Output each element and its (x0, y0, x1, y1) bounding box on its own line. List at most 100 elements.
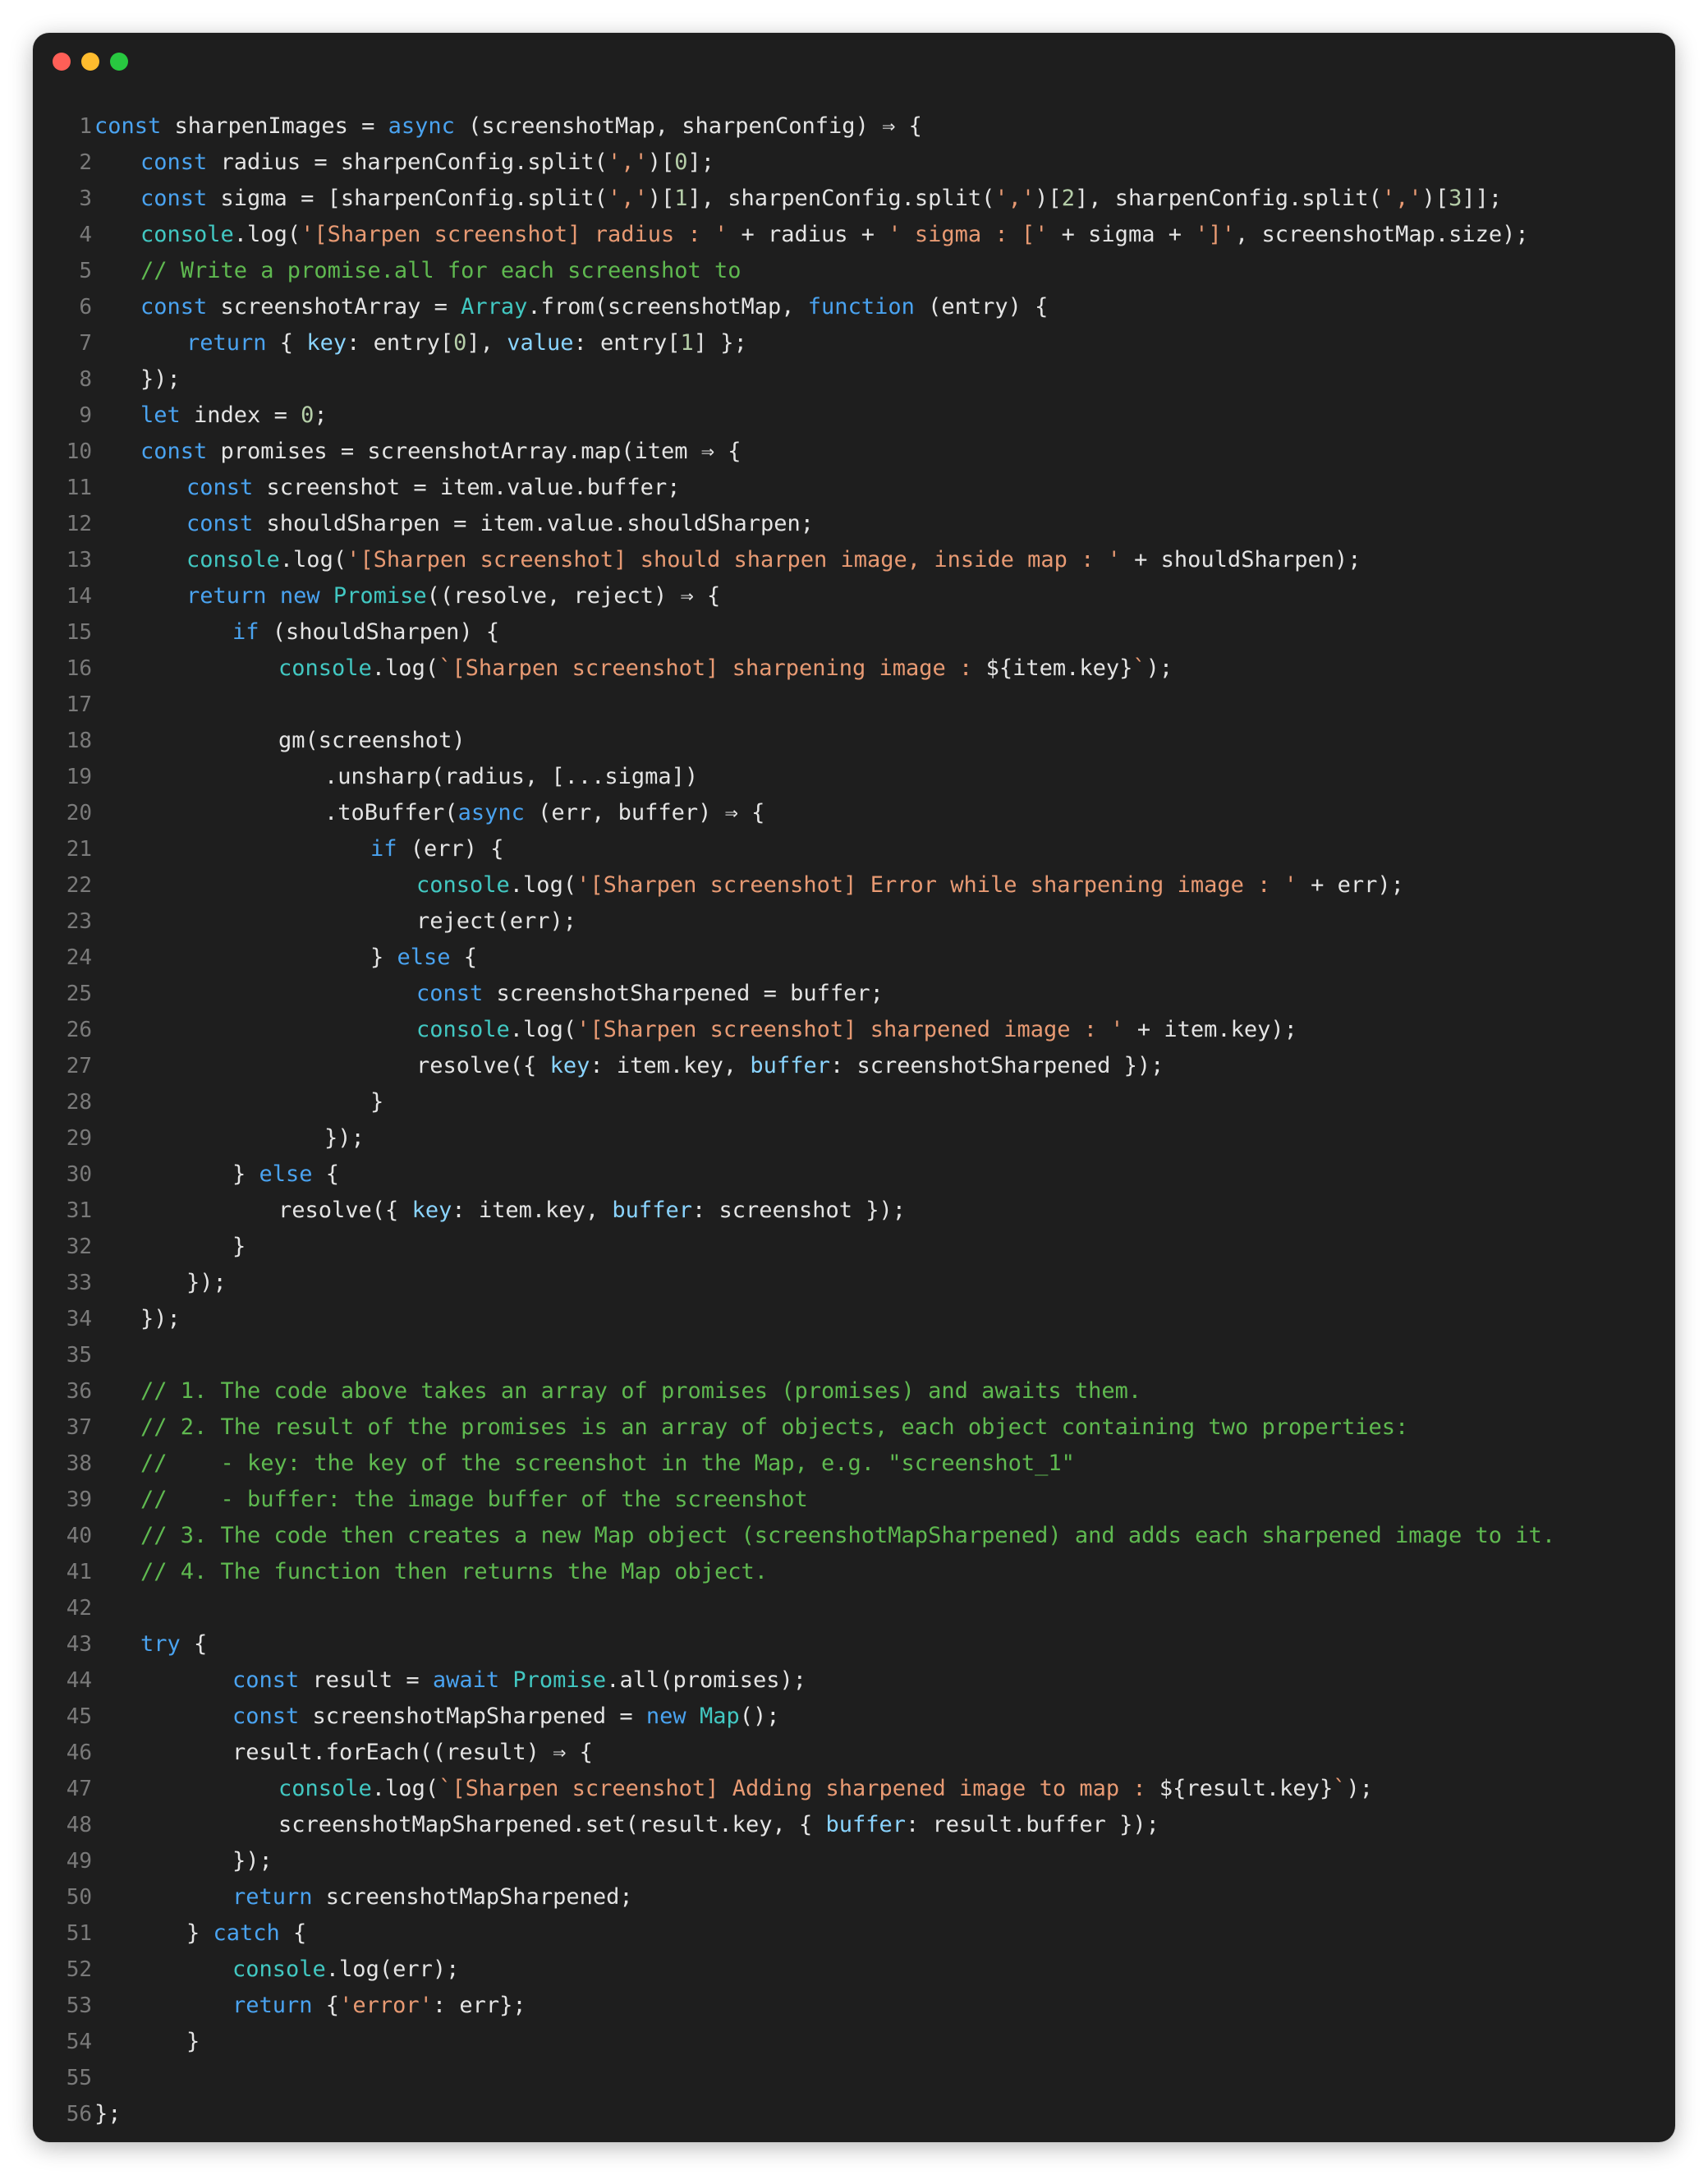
code-token: 0 (301, 402, 315, 428)
code-line: 51} catch { (33, 1915, 1675, 1952)
code-text: const sharpenImages = async (screenshotM… (94, 108, 922, 145)
code-token: }); (232, 1848, 273, 1874)
code-text: return {'error': err}; (232, 1988, 526, 2024)
code-text: // - key: the key of the screenshot in t… (140, 1446, 1075, 1482)
code-token: , screenshotMap.size); (1235, 222, 1529, 247)
code-text: return { key: entry[0], value: entry[1] … (186, 325, 747, 361)
zoom-button[interactable] (110, 53, 128, 71)
code-token: index = (180, 402, 301, 428)
code-text: console.log(`[Sharpen screenshot] Adding… (278, 1771, 1373, 1807)
code-line: 3 const sigma = [sharpenConfig.split(',')… (33, 181, 1675, 217)
code-text: }); (324, 1120, 365, 1156)
code-token: ` (1132, 655, 1146, 681)
code-line: 7 return { key: entry[0], value: entry[1]… (33, 325, 1675, 361)
close-button[interactable] (53, 53, 71, 71)
line-number: 44 (66, 1668, 92, 1693)
code-token: function (807, 294, 915, 320)
code-token: .log( (509, 1017, 577, 1042)
code-token: } (186, 2029, 200, 2054)
code-line: 2 const radius = sharpenConfig.split(',')… (33, 145, 1675, 181)
line-number: 32 (66, 1235, 92, 1259)
code-token: console (140, 222, 234, 247)
code-token: { (180, 1631, 208, 1657)
code-line: 29}); (33, 1120, 1675, 1156)
code-token: console (186, 547, 280, 572)
code-line: 19 .unsharp(radius, [...sigma]) (33, 759, 1675, 795)
code-token: new (279, 583, 320, 609)
code-token: const (140, 149, 208, 175)
code-token: ]; (687, 149, 715, 175)
code-text: const screenshotSharpened = buffer; (416, 976, 884, 1012)
code-token: const (140, 439, 208, 464)
minimize-button[interactable] (81, 53, 99, 71)
code-line: 22 console.log('[Sharpen screenshot] Erro… (33, 867, 1675, 904)
line-number: 6 (79, 295, 92, 320)
code-line: 33}); (33, 1265, 1675, 1301)
code-line: 15 if (shouldSharpen) { (33, 614, 1675, 651)
line-number: 55 (66, 2066, 92, 2090)
code-token: .log( (233, 222, 301, 247)
code-line: 37 // 2. The result of the promises is an… (33, 1409, 1675, 1446)
code-line: 43 try { (33, 1626, 1675, 1662)
code-token: radius = sharpenConfig.split( (207, 149, 608, 175)
code-token: )[ (647, 186, 675, 211)
code-text: let index = 0; (140, 398, 328, 434)
window-controls (53, 53, 128, 71)
line-number: 8 (79, 367, 92, 392)
code-token: ] }; (693, 330, 747, 356)
code-token: const (186, 475, 254, 500)
code-token: screenshotSharpened = buffer; (483, 981, 884, 1006)
code-line: 48 screenshotMapSharpened.set(result.key,… (33, 1807, 1675, 1843)
code-text: } else { (370, 940, 477, 976)
code-token: new (645, 1704, 686, 1729)
code-token: let (140, 402, 181, 428)
code-text: // - buffer: the image buffer of the scr… (140, 1482, 808, 1518)
code-line: 14 return new Promise((resolve, reject) ⇒… (33, 578, 1675, 614)
code-token: // - buffer: the image buffer of the scr… (140, 1487, 808, 1512)
code-line: 34}); (33, 1301, 1675, 1337)
line-number: 37 (66, 1415, 92, 1440)
line-number: 48 (66, 1813, 92, 1837)
code-token: result = (299, 1667, 433, 1693)
code-token: { (312, 1161, 340, 1187)
code-line: 11 const screenshot = item.value.buffer; (33, 470, 1675, 506)
code-text: resolve({ key: item.key, buffer: screens… (416, 1048, 1164, 1084)
code-text: const sigma = [sharpenConfig.split(',')[… (140, 181, 1502, 217)
code-line: 12 const shouldSharpen = item.value.shoul… (33, 506, 1675, 542)
code-line: 6 const screenshotArray = Array.from(scre… (33, 289, 1675, 325)
code-token: } (370, 1089, 384, 1115)
line-number: 27 (66, 1054, 92, 1078)
code-token: gm(screenshot) (278, 728, 466, 753)
code-token: ` (1333, 1776, 1347, 1801)
code-token: }); (324, 1125, 365, 1151)
code-token: resolve({ (416, 1053, 550, 1078)
code-line: 42 (33, 1590, 1675, 1626)
code-token: }); (140, 1306, 181, 1331)
code-text: result.forEach((result) ⇒ { (232, 1735, 593, 1771)
code-token: 1 (680, 330, 694, 356)
line-number: 11 (66, 476, 92, 500)
line-number: 36 (66, 1379, 92, 1404)
code-token: } (232, 1161, 259, 1187)
code-token: }); (140, 366, 181, 392)
code-token: + sigma + (1048, 222, 1196, 247)
code-token: .all(promises); (606, 1667, 807, 1693)
code-token: // 2. The result of the promises is an a… (140, 1414, 1409, 1440)
code-text: console.log('[Sharpen screenshot] should… (186, 542, 1361, 578)
line-number: 35 (66, 1343, 92, 1368)
code-token: else (397, 945, 451, 970)
code-token: : screenshot }); (691, 1198, 907, 1223)
code-token: } (186, 1920, 214, 1946)
code-token: ${item.key} (985, 655, 1133, 681)
code-token: + err); (1297, 872, 1404, 898)
code-text: console.log('[Sharpen screenshot] radius… (140, 217, 1529, 253)
code-token: // 4. The function then returns the Map … (140, 1559, 769, 1584)
code-text: return screenshotMapSharpened; (232, 1879, 633, 1915)
line-number: 53 (66, 1993, 92, 2018)
code-line: 24} else { (33, 940, 1675, 976)
line-number: 41 (66, 1560, 92, 1584)
code-text: console.log(err); (232, 1952, 459, 1988)
code-token: (screenshotMap, sharpenConfig) ⇒ { (454, 113, 922, 139)
code-text: } (186, 2024, 200, 2060)
code-token: '[Sharpen screenshot] Error while sharpe… (576, 872, 1297, 898)
